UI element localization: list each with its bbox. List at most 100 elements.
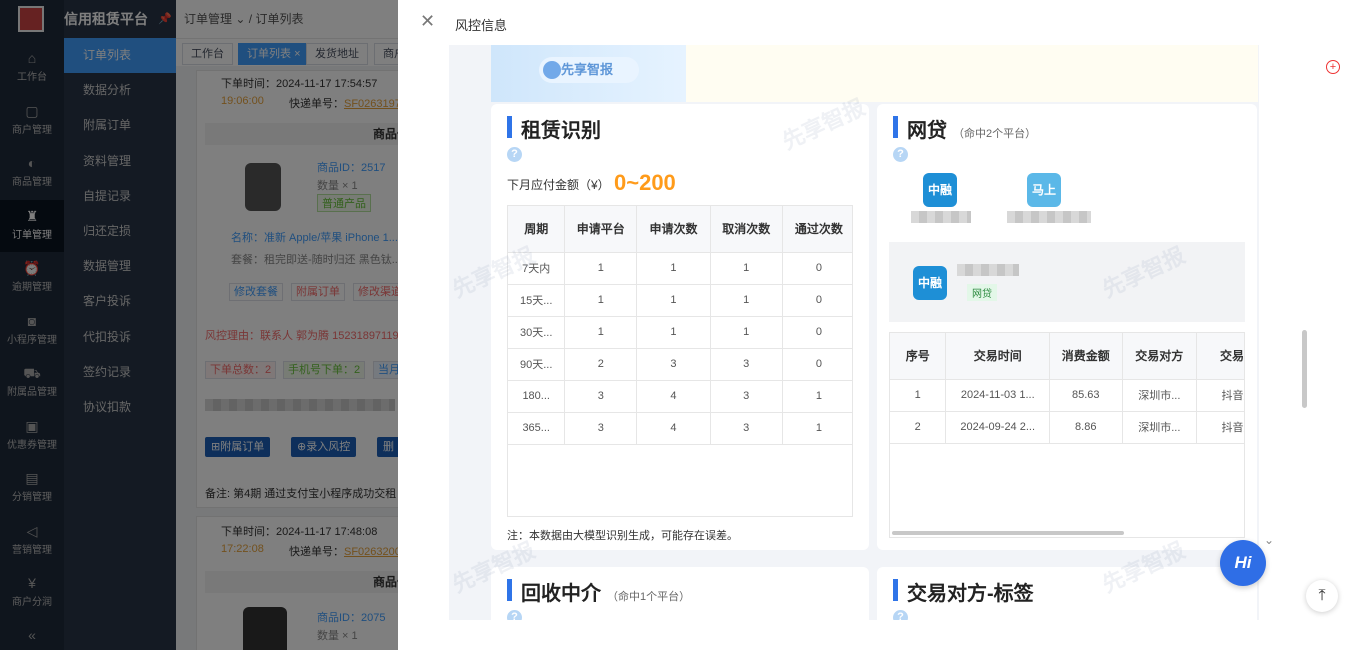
table-cell: 1 [564,252,638,285]
amount-value: 0~200 [614,170,676,195]
rental-table: 周期申请平台申请次数取消次数通过次数拒7天内111015天...111030天.… [507,205,853,517]
table-row: 12024-11-03 1...85.63深圳市...抖音月 [890,379,1244,412]
table-cell: 30天... [508,316,566,349]
help-icon[interactable]: ? [507,610,522,620]
table-cell: 抖音月 [1196,411,1244,444]
chevron-down-icon[interactable]: ⌄ [1264,533,1274,547]
table-cell: 365... [508,412,566,445]
title-bar [893,579,898,601]
loan-title: 网贷 （命中2个平台） [893,114,1037,143]
drawer-title: 风控信息 [455,18,508,33]
table-cell: 90天... [508,348,566,381]
report-content: 先享智报 租赁识别 ? 下月应付金额（¥） 0~200 周期 申请平台 申请次数 取消… [449,45,1259,620]
table-row: 30天... 1 1 1 0 [508,316,852,349]
table-cell: 抖音月 [1196,379,1244,412]
help-icon[interactable]: ? [893,610,908,620]
table-cell: 4 [636,412,711,445]
back-to-top-icon[interactable]: ⤒ [1306,580,1338,612]
table-cell: 2024-11-03 1... [945,379,1051,412]
report-banner: 先享智报 [491,45,686,102]
table-header-cell: 交易对方 [1122,333,1198,380]
add-circle-icon[interactable]: + [1326,60,1340,74]
platform-logo[interactable]: 马上 [1027,173,1061,207]
amount-label: 下月应付金额（¥） [507,178,610,192]
table-cell: 1 [890,379,947,412]
table-cell: 1 [636,284,711,317]
table-row: 7天内 1 1 1 0 [508,252,852,285]
loan-title-text: 网贷 [907,120,947,142]
table-cell: 2024-09-24 2... [945,411,1051,444]
table-cell: 15天... [508,284,566,317]
rental-note: 注：本数据由大模型识别生成，可能存在误差。 [507,530,738,542]
loan-table: 序号交易时间消费金额交易对方交易渠12024-11-03 1...85.63深圳… [889,332,1245,538]
report-logo-text: 先享智报 [561,62,614,77]
table-header-cell: 交易渠 [1196,333,1244,380]
title-bar [507,116,512,138]
table-cell: 1 [782,380,852,413]
table-cell: 1 [710,284,783,317]
table-cell: 0 [782,316,852,349]
recycle-title: 回收中介 （命中1个平台） [507,577,691,606]
table-header-row: 序号交易时间消费金额交易对方交易渠 [890,333,1244,380]
banner-notice [686,45,1258,102]
table-cell: 0 [782,348,852,381]
table-cell: 1 [564,316,638,349]
table-cell: 0 [782,252,852,285]
risk-drawer: ✕ 风控信息 + 先享智报 租赁识别 ? 下月应付金额（¥） 0~200 周期申… [398,0,1358,650]
table-header-cell: 申请次数 [636,206,711,253]
table-cell: 1 [564,284,638,317]
loan-hit-count: （命中2个平台） [953,128,1037,140]
close-icon[interactable]: ✕ [420,11,435,32]
table-cell: 8.86 [1049,411,1123,444]
rental-title: 租赁识别 [507,114,601,143]
table-header-cell: 申请平台 [564,206,638,253]
rental-title-text: 租赁识别 [521,120,601,142]
scrollbar[interactable] [1302,330,1307,408]
report-logo: 先享智报 [539,57,639,83]
table-cell: 4 [636,380,711,413]
masked-platform-name [1007,211,1091,223]
masked-platform-name [911,211,971,223]
table-cell: 3 [564,380,638,413]
table-cell: 1 [782,412,852,445]
counterpart-title-text: 交易对方-标签 [907,583,1034,605]
table-cell: 深圳市... [1122,379,1198,412]
table-row: 15天... 1 1 1 0 [508,284,852,317]
table-cell: 85.63 [1049,379,1123,412]
counterpart-panel: 交易对方-标签 ? [877,567,1257,620]
table-header-cell: 通过次数 [782,206,852,253]
table-header-row: 周期申请平台申请次数取消次数通过次数拒 [508,206,852,253]
table-cell: 1 [710,316,783,349]
platform-logo[interactable]: 中融 [923,173,957,207]
chat-assistant-button[interactable]: Hi [1220,540,1266,586]
help-icon[interactable]: ? [893,147,908,162]
table-header-cell: 取消次数 [710,206,783,253]
recycle-title-text: 回收中介 [521,583,601,605]
table-cell: 1 [636,252,711,285]
recycle-panel: 回收中介 （命中1个平台） ? [491,567,869,620]
drawer-header: ✕ 风控信息 [398,0,1358,45]
table-cell: 0 [782,284,852,317]
table-cell: 3 [710,380,783,413]
masked-platform-name [957,264,1019,276]
platform-detail: 中融 网贷 [889,242,1245,322]
platform-logo: 中融 [913,266,947,300]
table-header-cell: 序号 [890,333,947,380]
table-cell: 3 [710,348,783,381]
counterpart-title: 交易对方-标签 [893,577,1034,606]
title-bar [893,116,898,138]
rental-panel: 租赁识别 ? 下月应付金额（¥） 0~200 周期 申请平台 申请次数 取消次数 通过次… [491,104,869,550]
table-header-cell: 交易时间 [945,333,1051,380]
table-cell: 180... [508,380,566,413]
table-cell: 1 [636,316,711,349]
help-icon[interactable]: ? [507,147,522,162]
table-cell: 2 [564,348,638,381]
title-bar [507,579,512,601]
table-cell: 1 [710,252,783,285]
table-cell: 深圳市... [1122,411,1198,444]
platform-tag: 网贷 [967,284,997,301]
loan-panel: 网贷 （命中2个平台） ? 中融 马上 中融 网贷 序号 交易时间 消费金额 交易对方交… [877,104,1257,550]
horizontal-scrollbar[interactable] [892,531,1124,535]
recycle-hit-count: （命中1个平台） [607,591,691,603]
table-row: 22024-09-24 2...8.86深圳市...抖音月 [890,411,1244,444]
